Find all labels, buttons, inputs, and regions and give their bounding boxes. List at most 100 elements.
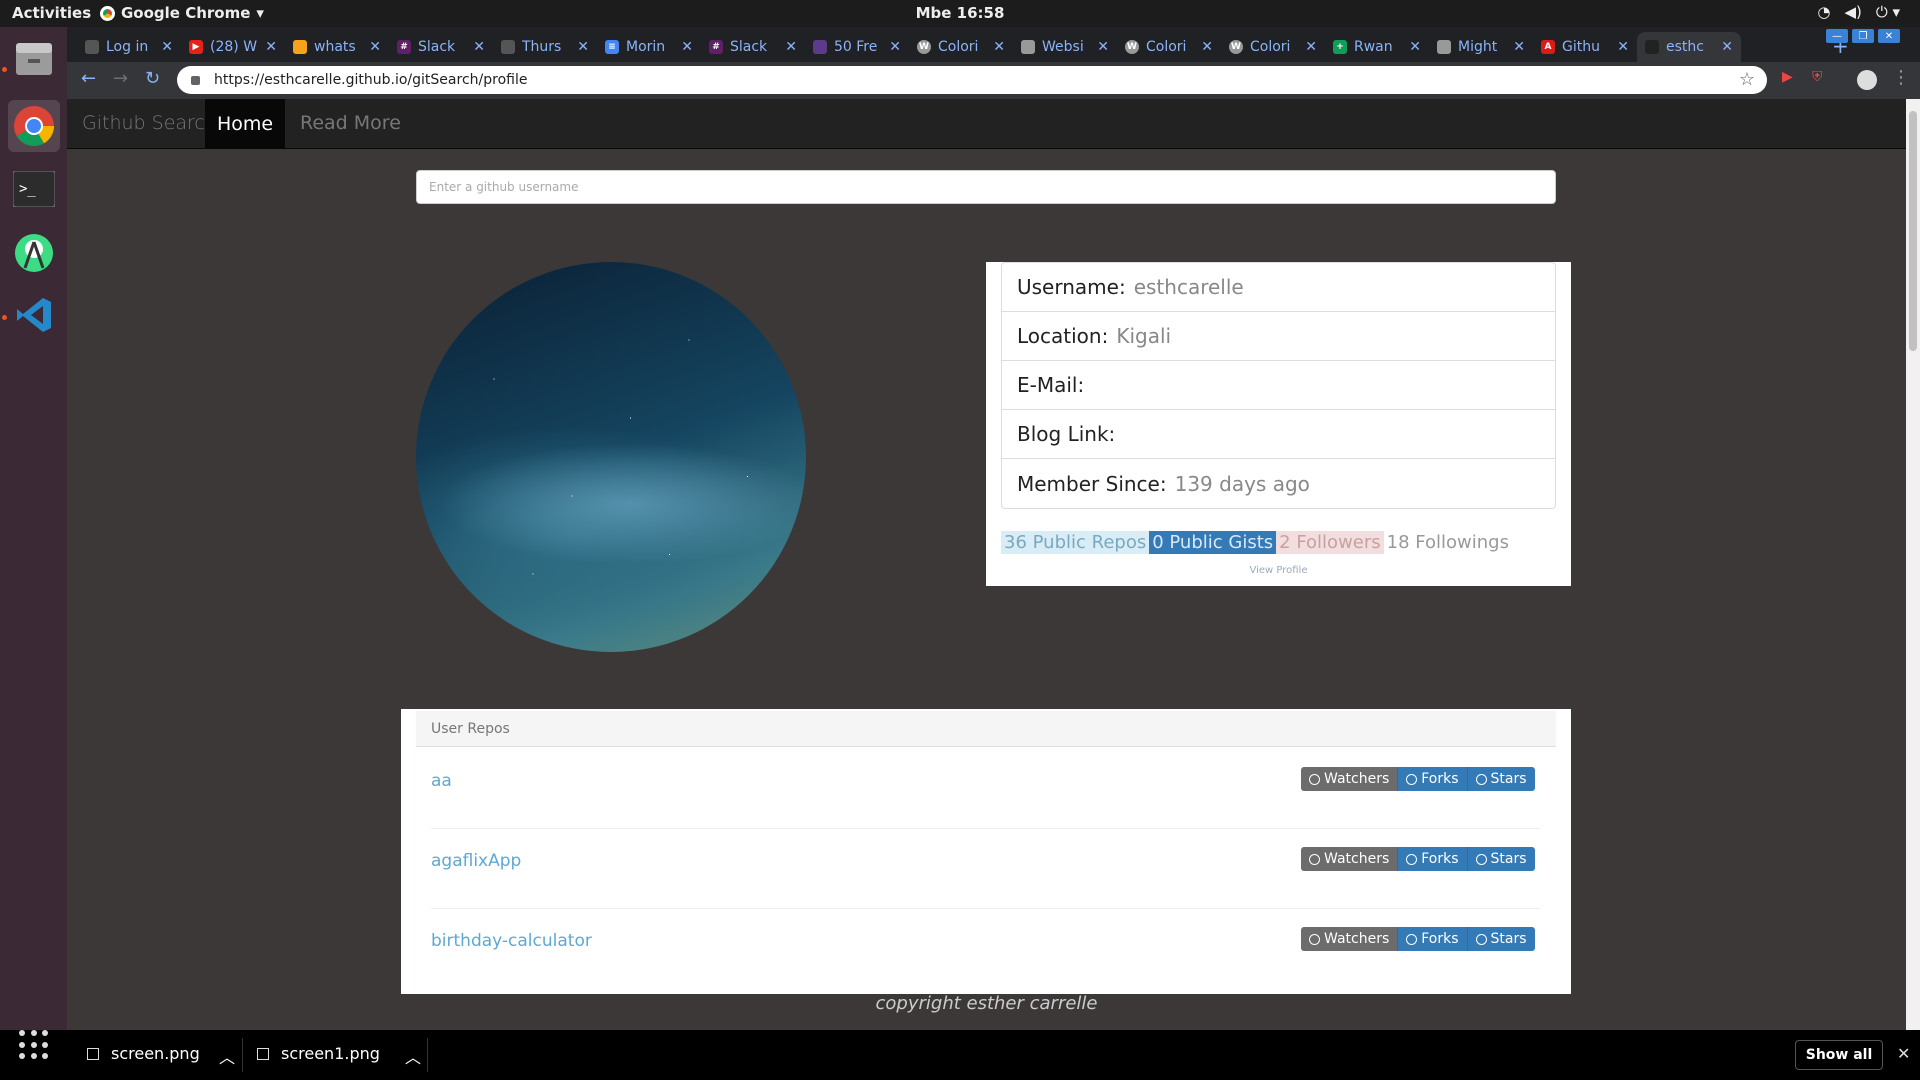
extension-arrow-icon[interactable]: ▶ (1782, 69, 1793, 85)
close-tab-icon[interactable]: ✕ (577, 39, 589, 55)
download-item[interactable]: screen1.png (257, 1044, 380, 1063)
browser-tab[interactable]: W Colori ✕ (1221, 32, 1325, 62)
window-controls: — ❐ ✕ (1826, 29, 1900, 43)
firebase-favicon-icon (293, 40, 307, 54)
close-tab-icon[interactable]: ✕ (1409, 39, 1421, 55)
watchers-badge[interactable]: Watchers (1301, 767, 1398, 791)
browser-tab[interactable]: whats ✕ (285, 32, 389, 62)
forks-badge[interactable]: Forks (1397, 767, 1467, 791)
close-tab-icon[interactable]: ✕ (369, 39, 381, 55)
browser-tab[interactable]: # Slack ✕ (701, 32, 805, 62)
browser-tab[interactable]: A Githu ✕ (1533, 32, 1637, 62)
watchers-badge[interactable]: Watchers (1301, 927, 1398, 951)
show-applications-icon[interactable] (19, 1030, 49, 1060)
circle-icon (1475, 853, 1487, 865)
username-search-input[interactable] (416, 170, 1556, 204)
chevron-up-icon[interactable]: ︿ (219, 1044, 235, 1068)
repo-link[interactable]: aa (431, 771, 452, 791)
profile-avatar[interactable] (1857, 70, 1877, 90)
url-text: https://esthcarelle.github.io/gitSearch/… (214, 72, 528, 88)
android-studio-app-icon[interactable] (8, 227, 60, 279)
app-menu-label: Google Chrome (121, 4, 251, 22)
forks-badge[interactable]: Forks (1397, 927, 1467, 951)
close-tab-icon[interactable]: ✕ (1617, 39, 1629, 55)
close-window-button[interactable]: ✕ (1878, 29, 1900, 43)
bookmark-star-icon[interactable]: ☆ (1739, 69, 1755, 90)
location-value: Kigali (1116, 324, 1172, 348)
site-brand[interactable]: Github Search (82, 112, 217, 134)
restore-button[interactable]: ❐ (1852, 29, 1874, 43)
close-tab-icon[interactable]: ✕ (473, 39, 485, 55)
close-tab-icon[interactable]: ✕ (785, 39, 797, 55)
scrollbar-thumb[interactable] (1909, 111, 1917, 351)
repo-link[interactable]: birthday-calculator (431, 931, 592, 951)
list-item: birthday-calculator Watchers Forks Stars (431, 909, 1541, 989)
chevron-down-icon: ▾ (256, 4, 264, 22)
browser-tab[interactable]: W Colori ✕ (909, 32, 1013, 62)
activities-button[interactable]: Activities (12, 4, 91, 22)
close-tab-icon[interactable]: ✕ (681, 39, 693, 55)
public-repos-stat: 36 Public Repos (1001, 530, 1150, 554)
browser-tab[interactable]: 50 Fre ✕ (805, 32, 909, 62)
close-tab-icon[interactable]: ✕ (1721, 39, 1733, 55)
nav-read-more[interactable]: Read More (300, 112, 401, 134)
stars-badge[interactable]: Stars (1466, 927, 1535, 951)
tab-favicon-icon (501, 40, 515, 54)
close-tab-icon[interactable]: ✕ (161, 39, 173, 55)
gnome-top-bar: Activities Google Chrome ▾ Mbe 16:58 ◔ ◀… (0, 0, 1920, 27)
browser-tab-active[interactable]: esthc ✕ (1637, 32, 1741, 62)
svg-text:>_: >_ (19, 181, 36, 197)
forks-badge[interactable]: Forks (1397, 847, 1467, 871)
terminal-app-icon[interactable]: >_ (8, 163, 60, 215)
browser-tab[interactable]: Websi ✕ (1013, 32, 1117, 62)
browser-tab[interactable]: Log in ✕ (77, 32, 181, 62)
document-favicon-icon (1021, 40, 1035, 54)
watchers-badge[interactable]: Watchers (1301, 847, 1398, 871)
page-scrollbar[interactable] (1906, 99, 1920, 1030)
footer-copyright: copyright esther carrelle (875, 993, 1098, 1014)
extension-shield-icon[interactable]: ⛨ (1812, 69, 1823, 85)
download-item[interactable]: screen.png (87, 1044, 200, 1063)
browser-tab[interactable]: W Colori ✕ (1117, 32, 1221, 62)
angular-favicon-icon: A (1541, 40, 1555, 54)
browser-tab[interactable]: Thurs ✕ (493, 32, 597, 62)
repo-link[interactable]: agaflixApp (431, 851, 521, 871)
reload-button[interactable]: ↻ (145, 68, 160, 89)
browser-tab[interactable]: Might ✕ (1429, 32, 1533, 62)
chrome-menu-icon[interactable]: ⋮ (1892, 67, 1910, 88)
browser-tab[interactable]: ▶ (28) W ✕ (181, 32, 285, 62)
address-bar[interactable]: https://esthcarelle.github.io/gitSearch/… (177, 66, 1767, 94)
browser-tab[interactable]: # Slack ✕ (389, 32, 493, 62)
browser-tab[interactable]: + Rwan ✕ (1325, 32, 1429, 62)
close-tab-icon[interactable]: ✕ (993, 39, 1005, 55)
stars-badge[interactable]: Stars (1466, 767, 1535, 791)
chevron-up-icon[interactable]: ︿ (405, 1044, 421, 1068)
repo-badges: Watchers Forks Stars (1301, 927, 1535, 951)
profile-card: Username: esthcarelle Location: Kigali E-M… (986, 262, 1571, 586)
view-profile-link[interactable]: View Profile (986, 565, 1571, 576)
power-icon: ⏻ ▾ (1875, 3, 1900, 21)
browser-tab[interactable]: ≡ Morin ✕ (597, 32, 701, 62)
close-tab-icon[interactable]: ✕ (1513, 39, 1525, 55)
forward-button[interactable]: → (113, 68, 128, 89)
close-tab-icon[interactable]: ✕ (889, 39, 901, 55)
close-tab-icon[interactable]: ✕ (1097, 39, 1109, 55)
nav-home[interactable]: Home (205, 99, 285, 149)
stars-badge[interactable]: Stars (1466, 847, 1535, 871)
close-tab-icon[interactable]: ✕ (265, 39, 277, 55)
vscode-app-icon[interactable] (8, 289, 60, 341)
wordpress-favicon-icon: W (917, 40, 931, 54)
back-button[interactable]: ← (81, 68, 96, 89)
circle-icon (1309, 853, 1320, 865)
close-tab-icon[interactable]: ✕ (1305, 39, 1317, 55)
app-menu[interactable]: Google Chrome ▾ (100, 4, 264, 22)
close-tab-icon[interactable]: ✕ (1201, 39, 1213, 55)
minimize-button[interactable]: — (1826, 29, 1848, 43)
system-tray[interactable]: ◔ ◀) ⏻ ▾ (1817, 3, 1900, 21)
close-downloads-icon[interactable]: ✕ (1897, 1044, 1910, 1063)
files-app-icon[interactable] (8, 33, 60, 85)
chrome-app-icon[interactable] (8, 100, 60, 152)
show-all-downloads-button[interactable]: Show all (1795, 1040, 1883, 1070)
clock[interactable]: Mbe 16:58 (0, 4, 1920, 22)
member-since-value: 139 days ago (1174, 471, 1310, 496)
